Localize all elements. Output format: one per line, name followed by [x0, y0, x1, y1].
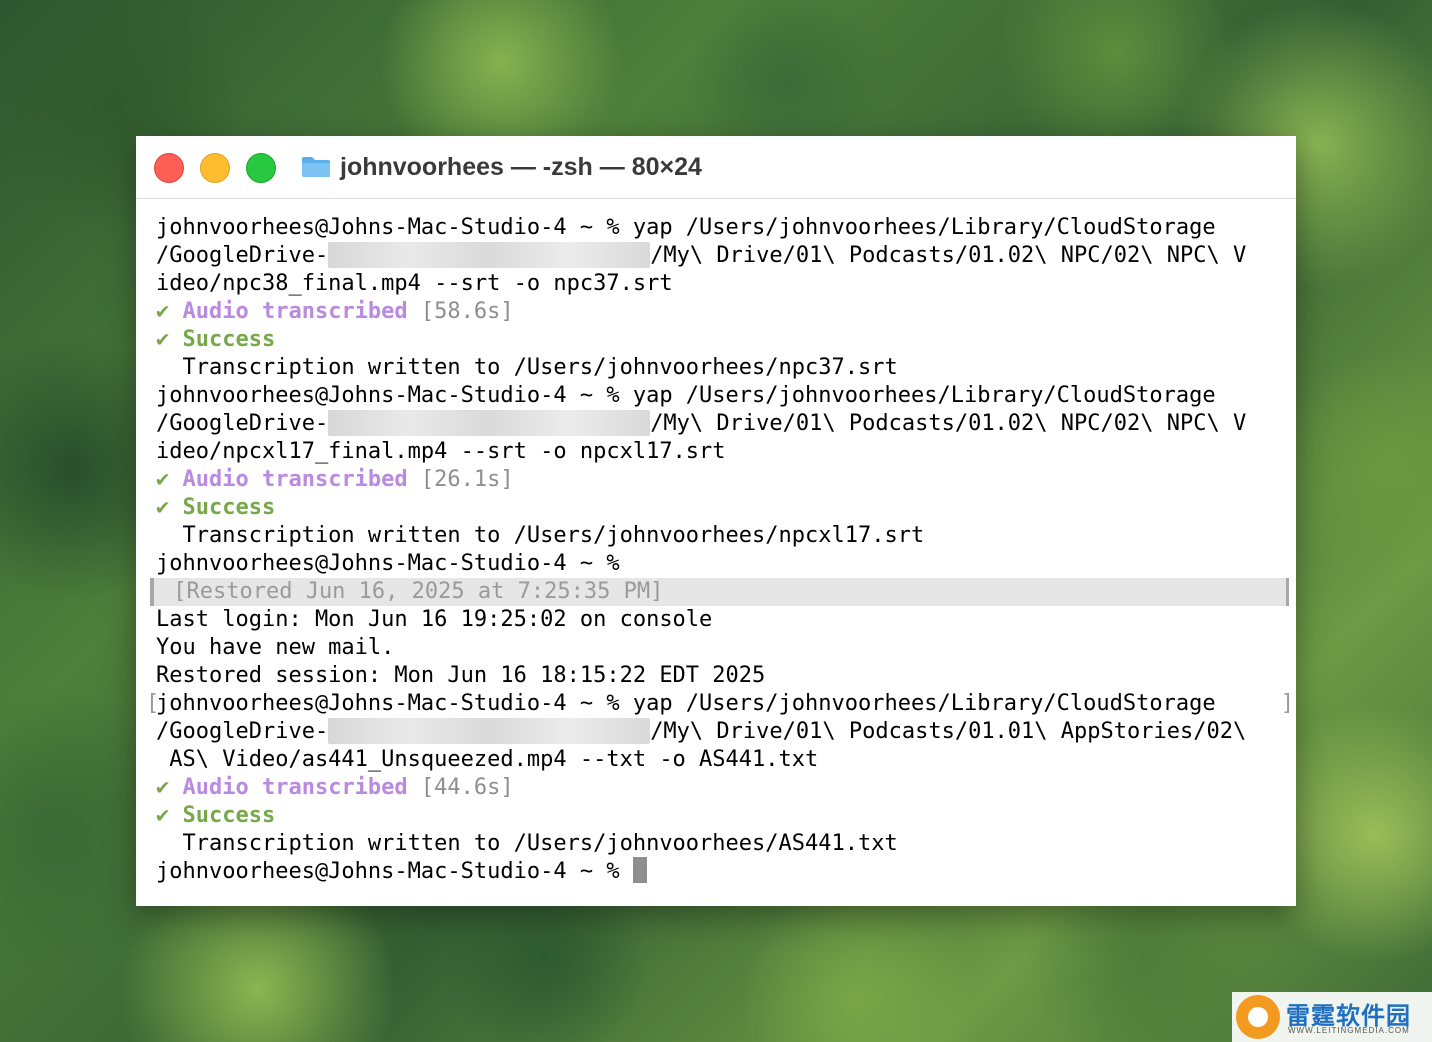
terminal-line: You have new mail.	[156, 635, 395, 660]
watermark: 雷霆软件园 WWW.LEITINGMEDIA.COM	[1232, 992, 1432, 1042]
status-line: ✔ Success	[156, 326, 1286, 354]
title-bar[interactable]: johnvoorhees — -zsh — 80×24	[136, 136, 1296, 199]
elapsed-time: [58.6s]	[420, 299, 514, 324]
terminal-line: Transcription written to /Users/johnvoor…	[156, 355, 898, 380]
terminal-line: [johnvoorhees@Johns-Mac-Studio-4 ~ % yap…	[146, 690, 1294, 718]
terminal-line: AS\ Video/as441_Unsqueezed.mp4 --txt -o …	[156, 747, 819, 772]
check-icon: ✔	[156, 467, 170, 492]
restored-banner: [Restored Jun 16, 2025 at 7:25:35 PM]	[150, 578, 1289, 606]
check-icon: ✔	[156, 775, 170, 800]
elapsed-time: [44.6s]	[420, 775, 514, 800]
check-icon: ✔	[156, 803, 170, 828]
elapsed-time: [26.1s]	[420, 467, 514, 492]
success-label: Success	[182, 803, 276, 828]
window-title: johnvoorhees — -zsh — 80×24	[340, 153, 702, 181]
mark-bracket-left: [	[146, 691, 160, 716]
check-icon: ✔	[156, 327, 170, 352]
path-segment: /GoogleDrive-	[156, 243, 329, 268]
audio-transcribed-label: Audio transcribed	[182, 467, 408, 492]
terminal-line: ideo/npc38_final.mp4 --srt -o npc37.srt	[156, 271, 673, 296]
text-cursor	[632, 857, 647, 883]
status-line: ✔ Audio transcribed [26.1s]	[156, 466, 1286, 494]
redacted-email	[328, 241, 651, 268]
redacted-email	[328, 409, 651, 436]
redacted-email	[328, 717, 651, 744]
path-segment: /My\ Drive/01\ Podcasts/01.02\ NPC/02\ N…	[650, 243, 1247, 268]
terminal-line: Restored session: Mon Jun 16 18:15:22 ED…	[156, 663, 766, 688]
terminal-line: johnvoorhees@Johns-Mac-Studio-4 ~ % yap …	[156, 215, 1216, 240]
status-line: ✔ Audio transcribed [58.6s]	[156, 298, 1286, 326]
command-text: johnvoorhees@Johns-Mac-Studio-4 ~ % yap …	[156, 691, 1216, 716]
close-button[interactable]	[154, 153, 184, 183]
path-segment: /GoogleDrive-	[156, 411, 329, 436]
audio-transcribed-label: Audio transcribed	[182, 775, 408, 800]
prompt-line[interactable]: johnvoorhees@Johns-Mac-Studio-4 ~ %	[156, 857, 1286, 886]
path-segment: /GoogleDrive-	[156, 719, 329, 744]
terminal-line: ideo/npcxl17_final.mp4 --srt -o npcxl17.…	[156, 439, 726, 464]
zoom-button[interactable]	[246, 153, 276, 183]
check-icon: ✔	[156, 495, 170, 520]
minimize-button[interactable]	[200, 153, 230, 183]
path-segment: /My\ Drive/01\ Podcasts/01.02\ NPC/02\ N…	[650, 411, 1247, 436]
terminal-line: /GoogleDrive- /My\ Drive/01\ Podcasts/01.…	[156, 717, 1286, 746]
terminal-line: johnvoorhees@Johns-Mac-Studio-4 ~ %	[156, 551, 620, 576]
orange-logo-icon	[1236, 995, 1280, 1039]
status-line: ✔ Success	[156, 802, 1286, 830]
prompt-text: johnvoorhees@Johns-Mac-Studio-4 ~ %	[156, 859, 633, 884]
status-line: ✔ Audio transcribed [44.6s]	[156, 774, 1286, 802]
terminal-line: Transcription written to /Users/johnvoor…	[156, 523, 925, 548]
path-segment: /My\ Drive/01\ Podcasts/01.01\ AppStorie…	[650, 719, 1247, 744]
status-line: ✔ Success	[156, 494, 1286, 522]
terminal-line: Transcription written to /Users/johnvoor…	[156, 831, 898, 856]
desktop: { "window": { "title": "johnvoorhees — -…	[0, 0, 1432, 1042]
terminal-window: johnvoorhees — -zsh — 80×24 johnvoorhees…	[136, 136, 1296, 906]
audio-transcribed-label: Audio transcribed	[182, 299, 408, 324]
check-icon: ✔	[156, 299, 170, 324]
success-label: Success	[182, 495, 276, 520]
mark-bracket-right: ]	[1280, 691, 1294, 716]
terminal-line: /GoogleDrive- /My\ Drive/01\ Podcasts/01.…	[156, 409, 1286, 438]
terminal-line: Last login: Mon Jun 16 19:25:02 on conso…	[156, 607, 713, 632]
folder-icon	[302, 157, 330, 177]
watermark-url: WWW.LEITINGMEDIA.COM	[1288, 1026, 1410, 1035]
terminal-output[interactable]: johnvoorhees@Johns-Mac-Studio-4 ~ % yap …	[146, 214, 1294, 886]
success-label: Success	[182, 327, 276, 352]
terminal-line: johnvoorhees@Johns-Mac-Studio-4 ~ % yap …	[156, 383, 1216, 408]
terminal-line: /GoogleDrive- /My\ Drive/01\ Podcasts/01.…	[156, 241, 1286, 270]
